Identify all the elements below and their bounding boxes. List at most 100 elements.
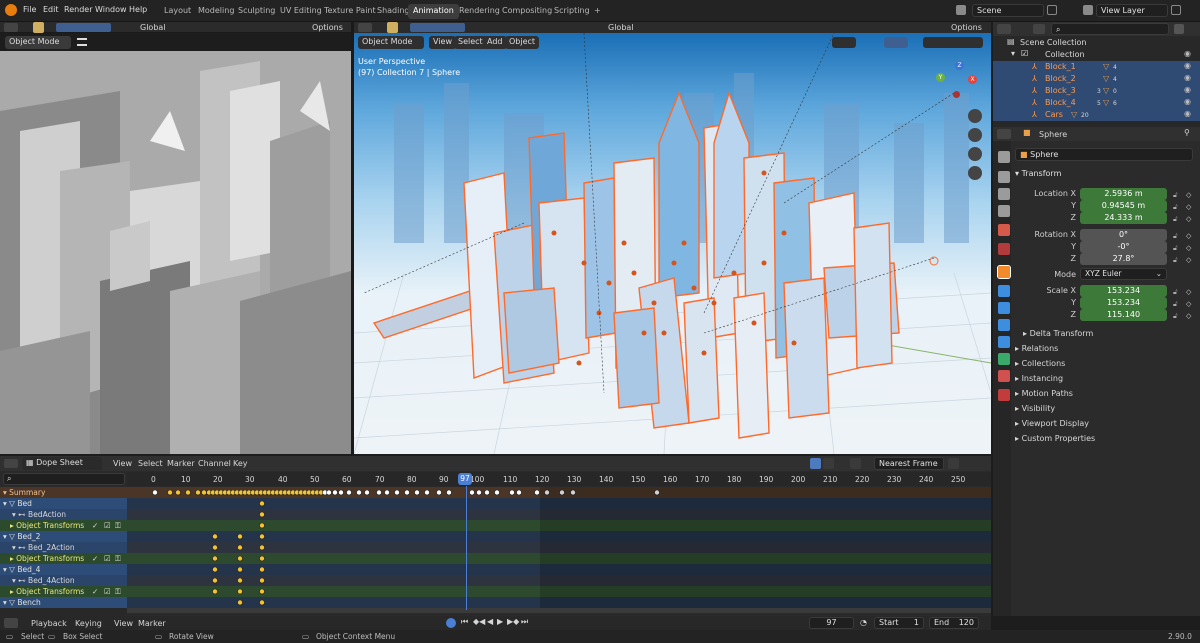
playhead-line[interactable] <box>466 486 467 610</box>
viewport-display-panel[interactable]: ▸ Viewport Display <box>1015 419 1089 428</box>
preview-range-icon[interactable]: ◔ <box>860 618 867 627</box>
shading-mode-icons[interactable] <box>923 37 983 48</box>
keyframe-icons[interactable]: ◇ ◇ ◇ <box>1186 230 1191 266</box>
outliner-item-collection[interactable]: ▾ ☑ Collection ◉ <box>993 49 1200 61</box>
custom-properties-panel[interactable]: ▸ Custom Properties <box>1015 434 1095 443</box>
lock-icon[interactable]: ⚿ <box>115 553 121 564</box>
blender-logo-icon[interactable] <box>5 4 17 16</box>
overlay-toggle-icon[interactable] <box>884 37 908 48</box>
modifier-badge-icon[interactable]: ▽ <box>1103 98 1109 107</box>
output-tab-icon[interactable] <box>998 188 1010 200</box>
next-keyframe-icon[interactable]: ▶◆ <box>507 617 519 626</box>
add-workspace-button[interactable]: + <box>589 4 606 19</box>
checkbox-icon[interactable]: ☑ <box>104 553 111 564</box>
location-z-field[interactable]: 24.333 m <box>1080 212 1167 224</box>
new-scene-icon[interactable] <box>1047 5 1057 15</box>
keyframe-icons[interactable]: ◇ ◇ ◇ <box>1186 286 1191 322</box>
transform-panel-header[interactable]: ▾ Transform <box>1015 169 1061 178</box>
mode-selector[interactable]: Object Mode <box>5 36 71 49</box>
proportional-icon[interactable] <box>948 458 959 469</box>
lock-icons[interactable]: 🔓︎ 🔓︎ 🔓︎ <box>1173 286 1178 322</box>
view-layer-field[interactable]: View Layer <box>1096 4 1168 17</box>
modifier-badge-icon[interactable]: ▽ <box>1103 74 1109 83</box>
transform-orientation[interactable]: Global <box>140 23 166 32</box>
channel-summary[interactable]: ▾ Summary <box>0 487 127 498</box>
outliner-filter-icon[interactable] <box>1174 24 1184 34</box>
material-tab-icon[interactable] <box>998 370 1010 382</box>
gizmo-neg-axis[interactable] <box>953 91 960 98</box>
scale-y-field[interactable]: 153.234 <box>1080 297 1167 309</box>
menu-marker[interactable]: Marker <box>167 459 195 468</box>
channel-action[interactable]: ▾ ⊷ Bed_4Action <box>0 575 127 586</box>
pan-icon[interactable] <box>968 128 982 142</box>
render-tab-icon[interactable] <box>998 171 1010 183</box>
menu-view[interactable]: View <box>114 619 133 628</box>
constraints-tab-icon[interactable] <box>998 336 1010 348</box>
editor-type-icon[interactable] <box>4 459 18 468</box>
outliner-item-block-2[interactable]: ⅄ Block_2 ▽ 4 ◉ <box>993 73 1200 85</box>
navigation-gizmo[interactable]: Z Y X <box>936 61 980 105</box>
play-reverse-icon[interactable]: ◀ <box>487 617 493 626</box>
snap-mode-select[interactable]: Nearest Frame⌄ <box>874 457 944 470</box>
hamburger-icon[interactable] <box>77 38 87 46</box>
menu-marker[interactable]: Marker <box>138 619 166 628</box>
gizmo-x-axis[interactable]: X <box>968 75 977 84</box>
filter-icon[interactable] <box>1033 24 1045 34</box>
texture-tab-icon[interactable] <box>998 389 1010 401</box>
record-icon[interactable] <box>446 618 456 628</box>
scene-icon[interactable] <box>956 5 966 15</box>
channel-search-input[interactable]: ⌕ <box>3 473 125 485</box>
options-menu[interactable]: Options <box>951 23 982 32</box>
checkbox-icon[interactable]: ☑ <box>104 520 111 531</box>
frame-ruler[interactable]: 0 10 20 30 40 50 60 70 80 90 100 110 120… <box>127 472 991 486</box>
new-view-layer-icon[interactable] <box>1171 5 1181 15</box>
gizmo-z-axis[interactable]: Z <box>955 61 964 70</box>
editor-type-icon[interactable] <box>997 24 1011 34</box>
menu-key[interactable]: Key <box>233 459 248 468</box>
pin-icon[interactable]: ⚲ <box>1184 128 1190 137</box>
ghost-icon[interactable] <box>823 458 834 469</box>
scale-z-field[interactable]: 115.140 <box>1080 309 1167 321</box>
channel-action[interactable]: ▾ ⊷ BedAction <box>0 509 127 520</box>
menu-keying[interactable]: Keying <box>75 619 102 628</box>
zoom-icon[interactable] <box>968 109 982 123</box>
view-layer-icon[interactable] <box>1083 5 1093 15</box>
jump-end-icon[interactable]: ⏭ <box>521 617 528 627</box>
lock-icon[interactable]: ⚿ <box>115 520 121 531</box>
rotation-x-field[interactable]: 0° <box>1080 229 1167 241</box>
right-viewport[interactable]: User Perspective (97) Collection 7 | Sph… <box>354 33 991 454</box>
jump-start-icon[interactable]: ⏮ <box>461 617 468 627</box>
view-layer-tab-icon[interactable] <box>998 205 1010 217</box>
instancing-panel[interactable]: ▸ Instancing <box>1015 374 1063 383</box>
channel-object[interactable]: ▾ ▽ Bed <box>0 498 127 509</box>
mode-selector[interactable]: ▦ Dope Sheet <box>22 457 102 470</box>
eye-icon[interactable]: ◉ <box>1184 97 1191 106</box>
object-name-field[interactable]: ■ Sphere <box>1015 148 1193 161</box>
tab-sculpting[interactable]: Sculpting <box>233 4 280 19</box>
channel-group[interactable]: ▸ Object Transforms ✓ ☑ ⚿ <box>0 586 127 597</box>
data-tab-icon[interactable] <box>998 353 1010 365</box>
visibility-icon[interactable] <box>832 37 856 48</box>
channel-object[interactable]: ▾ ▽ Bed_4 <box>0 564 127 575</box>
tab-animation[interactable]: Animation <box>408 4 459 19</box>
location-y-field[interactable]: 0.94545 m <box>1080 200 1167 212</box>
motion-paths-panel[interactable]: ▸ Motion Paths <box>1015 389 1073 398</box>
modifier-badge-icon[interactable]: ▽ <box>1071 110 1077 119</box>
modifier-tab-icon[interactable] <box>998 285 1010 297</box>
relations-panel[interactable]: ▸ Relations <box>1015 344 1058 353</box>
tab-layout[interactable]: Layout <box>159 4 196 19</box>
channel-group[interactable]: ▸ Object Transforms ✓ ☑ ⚿ <box>0 553 127 564</box>
menu-add[interactable]: Add <box>483 36 507 49</box>
editor-type-icon[interactable] <box>358 23 372 32</box>
outliner-item-block-3[interactable]: ⅄ Block_3 3 ▽ 0 ◉ <box>993 85 1200 97</box>
outliner-item-scene-collection[interactable]: ▤ Scene Collection <box>993 37 1200 49</box>
modifier-badge-icon[interactable]: ▽ <box>1103 62 1109 71</box>
transform-orientation[interactable]: Global <box>608 23 634 32</box>
wrench-icon[interactable]: ✓ <box>92 586 98 597</box>
checkbox-icon[interactable]: ☑ <box>1021 49 1028 58</box>
menu-view[interactable]: View <box>429 36 456 49</box>
outliner-search-input[interactable]: ⌕ <box>1051 23 1169 35</box>
channel-action[interactable]: ▾ ⊷ Bed_2Action <box>0 542 127 553</box>
editor-type-icon[interactable] <box>4 23 18 32</box>
rotation-z-field[interactable]: 27.8° <box>1080 253 1167 265</box>
